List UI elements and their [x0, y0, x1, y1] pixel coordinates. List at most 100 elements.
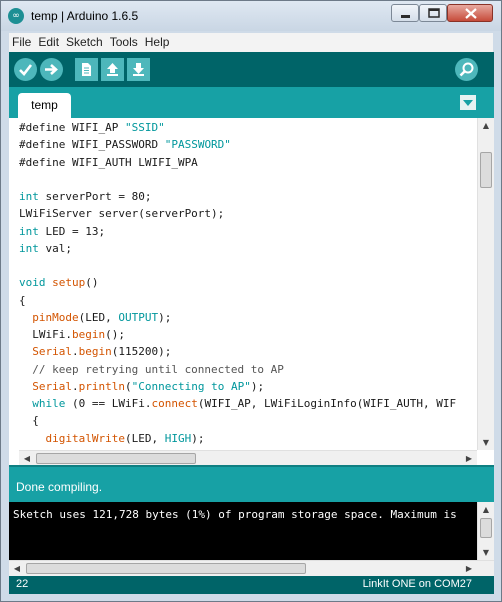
- code-token: (: [124, 379, 132, 393]
- scroll-thumb[interactable]: [36, 453, 196, 464]
- code-token: (WIFI_AP, LWiFiLoginInfo(WIFI_AUTH, WIF: [197, 397, 457, 410]
- code-token: // keep retrying until connected to AP: [19, 362, 284, 376]
- code-line[interactable]: int LED = 13;: [19, 223, 475, 240]
- save-icon: [133, 63, 144, 76]
- tab-temp[interactable]: temp: [18, 93, 71, 118]
- scroll-up-arrow-icon[interactable]: ▲: [478, 118, 494, 133]
- console-vertical-scrollbar[interactable]: ▲ ▼: [477, 502, 494, 560]
- code-token: OUTPUT: [118, 310, 159, 324]
- code-token: (): [85, 276, 99, 290]
- code-line[interactable]: #define WIFI_PASSWORD "PASSWORD": [19, 136, 475, 153]
- code-token: LED = 13;: [38, 224, 106, 238]
- scroll-left-arrow-icon[interactable]: ◀: [9, 561, 25, 576]
- scroll-down-arrow-icon[interactable]: ▼: [478, 545, 494, 560]
- title-bar[interactable]: ∞ temp | Arduino 1.6.5: [1, 1, 501, 31]
- toolbar: [9, 52, 494, 87]
- menu-help[interactable]: Help: [142, 33, 173, 51]
- scroll-left-arrow-icon[interactable]: ◀: [19, 451, 35, 465]
- code-token: HIGH: [164, 431, 192, 445]
- code-token: ();: [105, 328, 125, 341]
- verify-icon: [19, 64, 33, 76]
- code-line[interactable]: void setup(): [19, 274, 475, 291]
- code-area[interactable]: #define WIFI_AP "SSID" #define WIFI_PASSW…: [19, 119, 475, 450]
- code-token: (LED,: [124, 431, 165, 445]
- code-line[interactable]: #define WIFI_AP "SSID": [19, 119, 475, 136]
- magnifier-icon: [459, 62, 474, 77]
- code-line[interactable]: // keep retrying until connected to AP: [19, 361, 475, 378]
- console-output[interactable]: Sketch uses 121,728 bytes (1%) of progra…: [9, 502, 494, 576]
- scroll-thumb[interactable]: [480, 518, 492, 538]
- code-line[interactable]: int val;: [19, 240, 475, 257]
- code-token: while: [32, 397, 66, 410]
- scroll-thumb[interactable]: [26, 563, 306, 574]
- code-token: void: [19, 276, 46, 290]
- menu-tools[interactable]: Tools: [107, 33, 141, 51]
- code-line[interactable]: pinMode(LED, OUTPUT);: [19, 309, 475, 326]
- console-text: Sketch uses 121,728 bytes (1%) of progra…: [13, 508, 457, 521]
- code-line[interactable]: digitalWrite(LED, HIGH);: [19, 430, 475, 447]
- code-line[interactable]: LWiFi.begin();: [19, 326, 475, 343]
- scroll-thumb[interactable]: [480, 152, 492, 188]
- close-icon: [465, 8, 477, 19]
- code-token: "PASSWORD": [164, 138, 231, 152]
- menu-edit[interactable]: Edit: [35, 33, 62, 51]
- code-token: begin: [78, 345, 112, 359]
- upload-icon: [45, 64, 58, 75]
- code-token: val;: [38, 241, 72, 255]
- console-horizontal-scrollbar[interactable]: ◀ ▶: [9, 560, 494, 576]
- code-line[interactable]: #define WIFI_AUTH LWIFI_WPA: [19, 154, 475, 171]
- editor-horizontal-scrollbar[interactable]: ◀ ▶: [19, 450, 477, 465]
- serial-monitor-button[interactable]: [455, 58, 478, 81]
- status-message: Done compiling.: [16, 480, 103, 494]
- code-token: int: [19, 241, 39, 255]
- code-line[interactable]: LWiFiServer server(serverPort);: [19, 205, 475, 222]
- code-token: #define WIFI_AP: [19, 121, 125, 134]
- code-line[interactable]: [19, 171, 475, 188]
- save-button[interactable]: [127, 58, 150, 81]
- editor-vertical-scrollbar[interactable]: ▲ ▼: [477, 118, 494, 450]
- minimize-button[interactable]: [391, 4, 419, 22]
- code-line[interactable]: while (0 == LWiFi.connect(WIFI_AP, LWiFi…: [19, 395, 475, 412]
- code-editor[interactable]: #define WIFI_AP "SSID" #define WIFI_PASSW…: [9, 118, 494, 465]
- code-token: int: [19, 224, 39, 238]
- upload-button[interactable]: [40, 58, 63, 81]
- new-icon: [82, 63, 91, 76]
- chevron-down-icon: [463, 100, 473, 106]
- close-button[interactable]: [447, 4, 493, 22]
- tab-bar: temp: [9, 87, 494, 118]
- code-token: int: [19, 190, 39, 203]
- menu-sketch[interactable]: Sketch: [63, 33, 106, 51]
- verify-button[interactable]: [14, 58, 37, 81]
- code-line[interactable]: int serverPort = 80;: [19, 188, 475, 205]
- scroll-down-arrow-icon[interactable]: ▼: [478, 435, 494, 450]
- maximize-button[interactable]: [419, 4, 447, 22]
- code-token: .: [72, 345, 79, 359]
- open-button[interactable]: [101, 58, 124, 81]
- scroll-right-arrow-icon[interactable]: ▶: [461, 561, 477, 576]
- code-token: (115200);: [111, 345, 172, 359]
- code-token: begin: [71, 328, 106, 341]
- code-token: Serial: [32, 345, 72, 359]
- scroll-up-arrow-icon[interactable]: ▲: [478, 502, 494, 517]
- code-token: (0 == LWiFi.: [65, 397, 152, 410]
- code-line[interactable]: Serial.println("Connecting to AP");: [19, 378, 475, 395]
- scroll-right-arrow-icon[interactable]: ▶: [461, 451, 477, 465]
- new-button[interactable]: [75, 58, 98, 81]
- code-token: pinMode: [32, 310, 79, 324]
- code-line[interactable]: {: [19, 292, 475, 309]
- tab-menu-button[interactable]: [460, 95, 476, 110]
- code-line[interactable]: Serial.begin(115200);: [19, 343, 475, 360]
- menu-file[interactable]: File: [9, 33, 34, 51]
- code-token: {: [19, 293, 26, 307]
- board-port-info: LinkIt ONE on COM27: [362, 578, 472, 590]
- minimize-icon: [401, 15, 410, 18]
- code-token: );: [250, 379, 265, 393]
- code-line[interactable]: [19, 257, 475, 274]
- code-line[interactable]: {: [19, 412, 475, 429]
- code-token: );: [191, 431, 205, 445]
- code-token: (LED,: [78, 310, 119, 324]
